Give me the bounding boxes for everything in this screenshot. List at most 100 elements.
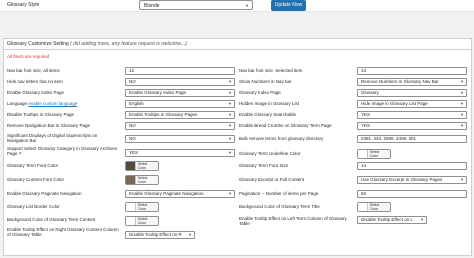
paginate-navigation-value: Enable Glossary Paginate Navigation [129,191,204,196]
enable-custom-language-link[interactable]: enable custom language [28,101,77,106]
select-color-label: Select Color [137,217,148,225]
hide-image-value: Hide Image in Glossary List Page [361,101,428,106]
right-label-11: Background Color of Glossary Term Title [239,204,320,209]
right-label-3: Hidden Image in Glossary List [239,101,300,106]
right-label-7: Glossary Term Underline Color [239,151,301,156]
panel-header: Glossary Customize Setting ( did adding … [4,39,471,50]
chevron-down-icon: ▼ [460,123,464,128]
glossary-style-value: Blonde [144,3,160,9]
language-value: English [129,101,144,106]
panel-title: Glossary Customize Setting [7,41,69,47]
right-label-9: Glossary Excerpt or Full Content [239,177,305,182]
superscripts-select[interactable]: NO ▼ [125,135,235,143]
disable-tooltips-value: Enable Tooltips in Glossary Pages [129,112,198,117]
remove-nav-bar-value: NO [129,123,136,128]
language-label: Language [7,101,28,106]
select-color-label: Select Color [137,203,148,211]
select-color-label: Select Color [369,203,380,211]
chevron-down-icon: ▼ [228,123,232,128]
color-swatch [358,150,368,158]
bread-crumbs-value: YES [361,123,371,128]
paginate-navigation-select[interactable]: Enable Glossary Paginate Navigation ▼ [125,190,235,198]
chevron-down-icon: ▼ [228,112,232,117]
panel-subtitle: ( did adding more, any feature request i… [70,41,187,47]
content-font-color-button[interactable]: Select Color [125,175,159,185]
chevron-down-icon: ▼ [228,79,232,84]
remove-nav-bar-select[interactable]: NO ▼ [125,122,235,130]
chevron-down-icon: ▼ [228,90,232,95]
left-label-3: Language enable custom language [7,101,117,106]
chevron-down-icon: ▼ [228,150,232,155]
left-tooltip-effect-select[interactable]: Disable Tooltip Effect on L ▼ [357,216,427,224]
bulk-remove-input[interactable]: 2391, 443, 2599, 2408, 301 [357,135,467,143]
left-label-12: Background Color of Glossary Term Conten… [7,217,96,222]
right-label-1: Show Numbers in Nav bar [239,79,292,84]
hide-nav-letters-select[interactable]: NO ▼ [125,78,235,86]
chevron-down-icon: ▼ [228,101,232,106]
select-color-label: Select Color [137,176,148,184]
show-numbers-select[interactable]: Remove Numbers In Glossary Nav Bar ▼ [357,78,467,86]
searchable-value: YES [361,112,371,117]
select-color-label: Select Color [137,162,148,170]
chevron-down-icon: ▼ [460,79,464,84]
chevron-down-icon: ▼ [420,217,424,222]
glossary-style-label: Glossary Style [7,2,40,8]
items-per-page-input[interactable]: 50 [357,190,467,198]
show-numbers-value: Remove Numbers In Glossary Nav Bar [361,79,439,84]
superscripts-value: NO [129,136,136,141]
left-label-9: Glossary Content Font Color [7,177,65,182]
chevron-down-icon: ▼ [245,3,249,8]
bread-crumbs-select[interactable]: YES ▼ [357,122,467,130]
glossary-style-select[interactable]: Blonde ▼ [139,0,253,10]
color-swatch [126,162,136,170]
left-label-10: Enable Glossary Paginate Navigation [7,191,82,196]
selected-font-size-input[interactable]: 13 [357,67,467,75]
enable-index-page-select[interactable]: Enable Glossary Index Page ▼ [125,89,235,97]
left-label-1: Hide nav letters has no item [7,79,63,84]
left-label-0: Nav bar font size, all items [7,68,60,73]
right-label-6: Bulk remove terms from glossary director… [239,136,324,141]
color-swatch [126,203,136,211]
term-font-size-input[interactable]: 14 [357,162,467,170]
category-support-value: YES [129,150,139,155]
nav-font-size-input[interactable]: 12 [125,67,235,75]
chevron-down-icon: ▼ [460,112,464,117]
term-content-bg-color-button[interactable]: Select Color [125,216,159,226]
right-label-12: Enable Tooltip Effect on Left Term Colum… [239,216,347,226]
chevron-down-icon: ▼ [228,136,232,141]
right-tooltip-effect-select[interactable]: Disable Tooltip Effect on R ▼ [125,231,195,239]
customize-settings-panel: Glossary Customize Setting ( did adding … [3,38,472,256]
language-select[interactable]: English ▼ [125,100,235,108]
hide-image-select[interactable]: Hide Image in Glossary List Page ▼ [357,100,467,108]
required-note: All fileds are required [7,54,50,59]
index-page-value: Glossary [361,90,379,95]
color-swatch [126,176,136,184]
select-color-label: Select Color [369,150,380,158]
term-font-color-button[interactable]: Select Color [125,161,159,171]
color-swatch [358,203,368,211]
term-font-size-value: 14 [361,163,367,168]
right-label-5: Enable Bread Crumbs on Glossary Term Pag… [239,123,332,128]
underline-color-button[interactable]: Select Color [357,149,391,159]
enable-index-page-value: Enable Glossary Index Page [129,90,187,95]
right-label-8: Glossary Term Font Size [239,163,289,168]
chevron-down-icon: ▼ [460,177,464,182]
term-title-bg-color-button[interactable]: Select Color [357,202,391,212]
searchable-select[interactable]: YES ▼ [357,111,467,119]
hide-nav-letters-value: NO [129,79,136,84]
nav-font-size-value: 12 [129,68,135,73]
items-per-page-value: 50 [361,191,367,196]
left-label-6: Significant Displays of Digital Superscr… [7,133,98,143]
category-support-select[interactable]: YES ▼ [125,149,235,157]
index-page-select[interactable]: Glossary ▼ [357,89,467,97]
excerpt-value: Use Glossary Excerpt in Glossary Pages [361,177,443,182]
right-label-2: Glossary Index Page [239,90,281,95]
excerpt-select[interactable]: Use Glossary Excerpt in Glossary Pages ▼ [357,176,467,184]
selected-font-size-value: 13 [361,68,367,73]
right-label-0: Nav bar font size, Selected item [239,68,303,73]
disable-tooltips-select[interactable]: Enable Tooltips in Glossary Pages ▼ [125,111,235,119]
update-now-button[interactable]: Update Now [271,0,306,11]
right-label-10: Pagination -- Number of items per Page [239,191,319,196]
list-border-color-button[interactable]: Select Color [125,202,159,212]
chevron-down-icon: ▼ [460,101,464,106]
